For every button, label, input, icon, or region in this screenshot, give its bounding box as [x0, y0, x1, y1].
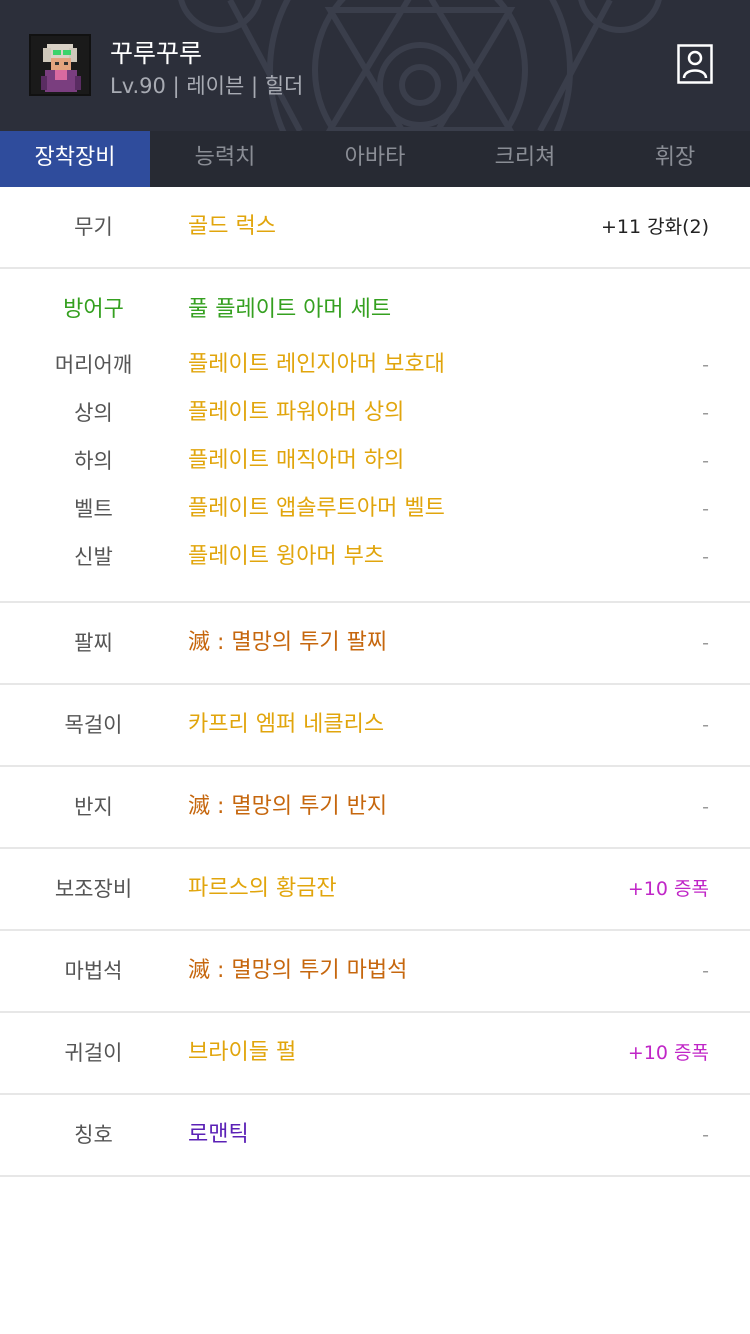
- amplify-status: +10 증폭: [627, 878, 709, 900]
- necklace-section: 목걸이 카프리 엠퍼 네클리스 -: [0, 685, 750, 767]
- equipment-row[interactable]: 무기 골드 럭스 +11 강화(2): [0, 207, 750, 247]
- tab-bar: 장착장비 능력치 아바타 크리쳐 휘장: [0, 131, 750, 187]
- earring-section: 귀걸이 브라이들 펄 +10 증폭: [0, 1013, 750, 1095]
- slot-label: 마법석: [64, 959, 123, 983]
- character-header: 꾸루꾸루 Lv.90 | 레이븐 | 힐더: [0, 0, 750, 131]
- subweapon-section: 보조장비 파르스의 황금잔 +10 증폭: [0, 849, 750, 931]
- slot-label: 머리어깨: [54, 353, 133, 377]
- equipment-row[interactable]: 신발 플레이트 윙아머 부츠 -: [0, 537, 750, 577]
- equipment-row[interactable]: 팔찌 滅 : 멸망의 투기 팔찌 -: [0, 623, 750, 663]
- reinforce-status: -: [702, 796, 709, 818]
- reinforce-status: -: [702, 546, 709, 568]
- item-name: 플레이트 레인지아머 보호대: [188, 352, 445, 377]
- slot-label: 무기: [74, 215, 113, 239]
- item-name: 카프리 엠퍼 네클리스: [188, 712, 385, 737]
- character-name: 꾸루꾸루: [110, 39, 203, 68]
- equipment-row[interactable]: 귀걸이 브라이들 펄 +10 증폭: [0, 1033, 750, 1073]
- item-name: 플레이트 매직아머 하의: [188, 448, 405, 473]
- equipment-row[interactable]: 반지 滅 : 멸망의 투기 반지 -: [0, 787, 750, 827]
- equipment-row[interactable]: 마법석 滅 : 멸망의 투기 마법석 -: [0, 951, 750, 991]
- slot-label: 칭호: [74, 1123, 113, 1147]
- item-name: 브라이들 펄: [188, 1040, 297, 1065]
- tab-creature[interactable]: 크리쳐: [450, 131, 600, 187]
- equipment-row[interactable]: 목걸이 카프리 엠퍼 네클리스 -: [0, 705, 750, 745]
- item-name: 滅 : 멸망의 투기 마법석: [188, 958, 408, 983]
- slot-label: 팔찌: [74, 631, 113, 655]
- slot-label: 상의: [74, 401, 113, 425]
- slot-label: 하의: [74, 449, 113, 473]
- person-card-icon[interactable]: [677, 44, 713, 84]
- slot-label: 벨트: [74, 497, 113, 521]
- reinforce-status: -: [702, 354, 709, 376]
- equipment-row[interactable]: 벨트 플레이트 앱솔루트아머 벨트 -: [0, 489, 750, 529]
- equipment-row[interactable]: 상의 플레이트 파워아머 상의 -: [0, 393, 750, 433]
- slot-label: 신발: [74, 545, 113, 569]
- reinforce-status: -: [702, 632, 709, 654]
- ring-section: 반지 滅 : 멸망의 투기 반지 -: [0, 767, 750, 849]
- reinforce-status: -: [702, 450, 709, 472]
- slot-label: 목걸이: [64, 713, 123, 737]
- equipment-row[interactable]: 보조장비 파르스의 황금잔 +10 증폭: [0, 869, 750, 909]
- amplify-status: +10 증폭: [627, 1042, 709, 1064]
- tab-equipment[interactable]: 장착장비: [0, 131, 150, 187]
- item-name: 골드 럭스: [188, 214, 276, 239]
- item-name: 플레이트 앱솔루트아머 벨트: [188, 496, 445, 521]
- armor-set-row[interactable]: 방어구 풀 플레이트 아머 세트: [0, 290, 750, 330]
- equipment-row[interactable]: 하의 플레이트 매직아머 하의 -: [0, 441, 750, 481]
- reinforce-status: -: [702, 714, 709, 736]
- tab-avatar[interactable]: 아바타: [300, 131, 450, 187]
- weapon-section: 무기 골드 럭스 +11 강화(2): [0, 187, 750, 269]
- reinforce-status: -: [702, 498, 709, 520]
- item-name: 플레이트 파워아머 상의: [188, 400, 405, 425]
- magicstone-section: 마법석 滅 : 멸망의 투기 마법석 -: [0, 931, 750, 1013]
- slot-label: 보조장비: [54, 877, 133, 901]
- item-name: 滅 : 멸망의 투기 반지: [188, 794, 388, 819]
- reinforce-status: -: [702, 402, 709, 424]
- slot-label: 방어구: [63, 297, 124, 322]
- reinforce-status: -: [702, 960, 709, 982]
- item-name: 파르스의 황금잔: [188, 876, 337, 901]
- title-section: 칭호 로맨틱 -: [0, 1095, 750, 1177]
- reinforce-status: +11 강화(2): [600, 216, 709, 238]
- tab-emblem[interactable]: 휘장: [600, 131, 750, 187]
- reinforce-status: -: [702, 1124, 709, 1146]
- item-name: 플레이트 윙아머 부츠: [188, 544, 385, 569]
- equipment-row[interactable]: 칭호 로맨틱 -: [0, 1115, 750, 1155]
- slot-label: 귀걸이: [64, 1041, 123, 1065]
- equipment-row[interactable]: 머리어깨 플레이트 레인지아머 보호대 -: [0, 345, 750, 385]
- character-avatar[interactable]: [29, 34, 91, 96]
- item-name: 로맨틱: [188, 1122, 249, 1147]
- slot-label: 반지: [74, 795, 113, 819]
- armor-section: 방어구 풀 플레이트 아머 세트 머리어깨 플레이트 레인지아머 보호대 - 상…: [0, 269, 750, 603]
- tab-stats[interactable]: 능력치: [150, 131, 300, 187]
- bracelet-section: 팔찌 滅 : 멸망의 투기 팔찌 -: [0, 603, 750, 685]
- armor-set-name: 풀 플레이트 아머 세트: [188, 297, 392, 322]
- character-level-class: Lv.90 | 레이븐 | 힐더: [110, 74, 304, 98]
- item-name: 滅 : 멸망의 투기 팔찌: [188, 630, 388, 655]
